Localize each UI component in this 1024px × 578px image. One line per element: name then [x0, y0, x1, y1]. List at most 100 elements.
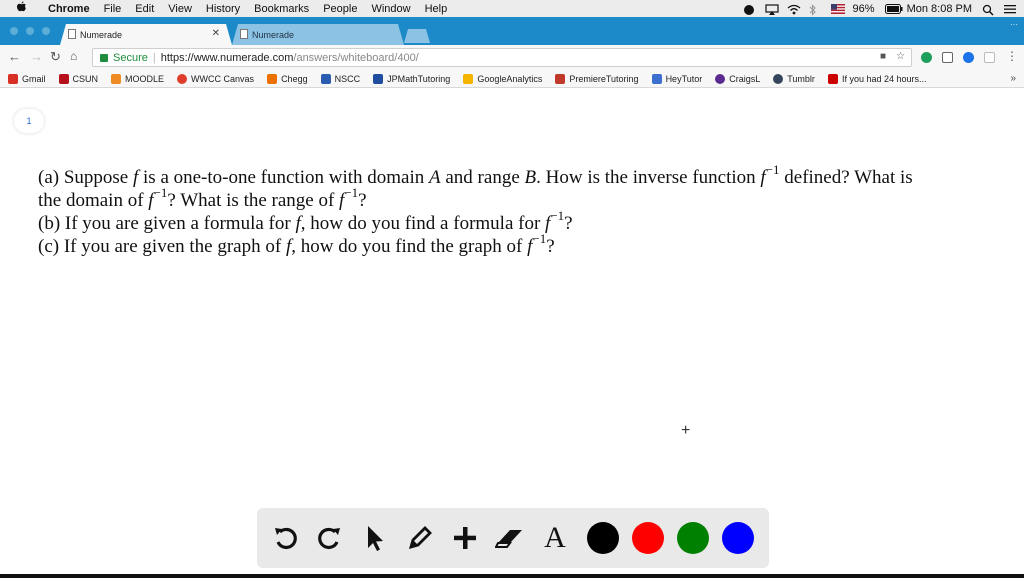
menu-window[interactable]: Window	[371, 3, 410, 15]
text: , how do you find the graph of	[291, 236, 528, 257]
text: (c) If you are given the graph of	[38, 236, 286, 257]
text: the domain of	[38, 190, 149, 211]
camera-icon[interactable]: ■	[880, 51, 886, 62]
undo-icon[interactable]	[269, 522, 301, 554]
browser-toolbar: ← → ↻ ⌂ Secure | https://www.numerade.co…	[0, 45, 1024, 70]
bookmark-craigsl[interactable]: CraigsL	[715, 73, 761, 84]
text: (a) Suppose	[38, 167, 133, 188]
bluetooth-icon[interactable]	[809, 3, 821, 16]
tab-numerade-active[interactable]: Numerade ✕	[60, 24, 232, 45]
battery-icon[interactable]	[884, 3, 903, 14]
math-f: f	[148, 190, 154, 211]
cast-icon[interactable]	[942, 52, 953, 63]
question-line-a1: (a) Suppose f is a one-to-one function w…	[38, 163, 1018, 189]
app-menu-chrome[interactable]: Chrome	[48, 3, 90, 15]
text: , how do you find a formula for	[300, 213, 546, 234]
redo-icon[interactable]	[314, 522, 346, 554]
profile-badge[interactable]: ⋯	[1010, 20, 1018, 29]
question-line-a2: the domain of f−1? What is the range of …	[38, 186, 1018, 212]
color-red-swatch[interactable]	[632, 522, 664, 554]
macos-menu-bar: Chrome File Edit View History Bookmarks …	[0, 0, 1024, 17]
bookmark-premieretutoring[interactable]: PremiereTutoring	[555, 73, 639, 84]
bookmark-label: Tumblr	[787, 73, 815, 84]
record-icon[interactable]	[743, 4, 755, 15]
color-black-swatch[interactable]	[587, 522, 619, 554]
menu-people[interactable]: People	[323, 3, 357, 15]
window-minimize-button[interactable]	[26, 27, 34, 35]
address-bar[interactable]: Secure | https://www.numerade.com /answe…	[92, 48, 912, 67]
pointer-icon[interactable]	[359, 522, 391, 554]
bookmark-24-hours[interactable]: If you had 24 hours...	[827, 73, 927, 84]
bookmark-heytutor[interactable]: HeyTutor	[651, 73, 702, 84]
add-icon[interactable]	[449, 522, 481, 554]
extension-blank-icon[interactable]	[984, 52, 995, 63]
page-icon	[240, 29, 248, 39]
chrome-menu-icon[interactable]: ⋮	[1006, 49, 1018, 63]
moodle-icon	[111, 73, 122, 84]
bookmark-gmail[interactable]: Gmail	[8, 73, 46, 84]
bookmark-label: CSUN	[72, 73, 99, 84]
bookmark-moodle[interactable]: MOODLE	[111, 73, 164, 84]
battery-percent: 96%	[852, 2, 875, 15]
menu-help[interactable]: Help	[425, 3, 448, 15]
color-blue-swatch[interactable]	[722, 522, 754, 554]
menu-file[interactable]: File	[104, 3, 122, 15]
bookmark-label: Chegg	[281, 73, 308, 84]
math-B: B	[524, 167, 537, 188]
bookmark-csun[interactable]: CSUN	[58, 73, 99, 84]
bookmark-wwcc-canvas[interactable]: WWCC Canvas	[177, 73, 254, 84]
analytics-icon	[463, 73, 474, 84]
spotlight-search-icon[interactable]	[982, 4, 994, 16]
whiteboard-page[interactable]: 1 (a) Suppose f is a one-to-one function…	[0, 89, 1024, 574]
forward-arrow-icon[interactable]: →	[30, 49, 43, 64]
peace-icon	[715, 73, 726, 84]
text: ?	[358, 190, 367, 211]
bookmark-nscc[interactable]: NSCC	[320, 73, 360, 84]
window-zoom-button[interactable]	[42, 27, 50, 35]
tab-numerade[interactable]: Numerade	[232, 24, 404, 45]
extension-blue-icon[interactable]	[963, 52, 974, 63]
window-close-button[interactable]	[10, 27, 18, 35]
text: and range	[440, 167, 525, 188]
bookmark-star-icon[interactable]: ☆	[896, 51, 905, 62]
clock[interactable]: Mon 8:08 PM	[907, 3, 972, 15]
text-icon[interactable]: A	[539, 521, 571, 554]
bookmark-chegg[interactable]: Chegg	[267, 73, 308, 84]
bookmark-label: CraigsL	[729, 73, 761, 84]
eraser-icon[interactable]	[494, 522, 526, 554]
text: ? What is the range of	[167, 190, 340, 211]
new-tab-button[interactable]	[404, 29, 430, 43]
extension-green-icon[interactable]	[921, 52, 932, 63]
bookmark-googleanalytics[interactable]: GoogleAnalytics	[463, 73, 542, 84]
us-flag-icon[interactable]	[830, 3, 845, 14]
bookmark-tumblr[interactable]: Tumblr	[773, 73, 815, 84]
pen-icon[interactable]	[404, 522, 436, 554]
url-path: /answers/whiteboard/400/	[293, 51, 419, 64]
bookmark-jpmathtutoring[interactable]: JPMathTutoring	[373, 73, 450, 84]
back-arrow-icon[interactable]: ←	[8, 49, 21, 64]
menu-bookmarks[interactable]: Bookmarks	[254, 3, 309, 15]
airplay-icon[interactable]	[764, 3, 779, 15]
page-number-badge[interactable]: 1	[14, 109, 44, 133]
tab-close-icon[interactable]: ✕	[212, 28, 220, 39]
wifi-icon[interactable]	[787, 4, 800, 14]
text: defined? What is	[779, 167, 913, 188]
reload-icon[interactable]: ↻	[50, 49, 61, 65]
bookmarks-overflow-button[interactable]: »	[1010, 73, 1016, 84]
page-icon	[68, 29, 76, 39]
menu-history[interactable]: History	[206, 3, 240, 15]
menu-view[interactable]: View	[168, 3, 192, 15]
superscript: −1	[153, 184, 168, 200]
color-green-swatch[interactable]	[677, 522, 709, 554]
text: ?	[546, 236, 555, 257]
superscript: −1	[344, 184, 359, 200]
home-icon[interactable]: ⌂	[70, 49, 77, 63]
youtube-icon	[827, 73, 838, 84]
text: . How is the inverse function	[536, 167, 761, 188]
math-f: f	[760, 167, 766, 188]
bookmark-label: Gmail	[22, 73, 46, 84]
menu-edit[interactable]: Edit	[135, 3, 154, 15]
notification-center-icon[interactable]	[1004, 4, 1016, 14]
apple-icon[interactable]	[16, 1, 30, 16]
whiteboard-toolbar: A	[257, 508, 769, 568]
